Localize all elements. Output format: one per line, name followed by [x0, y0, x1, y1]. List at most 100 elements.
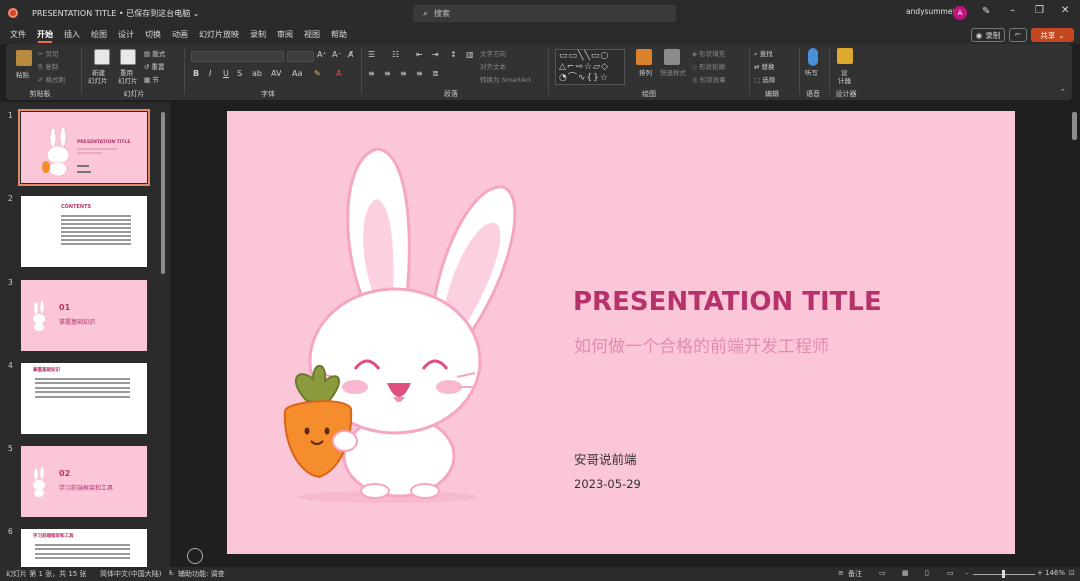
pen-icon[interactable]: ✎: [982, 6, 990, 17]
zoom-level[interactable]: 146%: [1045, 569, 1065, 577]
shapes-gallery[interactable]: ▭▭╲╲▭○ △⌐⇨☆▱◇ ◔⌒∿{}☆: [555, 49, 625, 85]
shape-outline-button[interactable]: ◇ 形状轮廓: [692, 61, 725, 71]
justify-icon[interactable]: ≡: [416, 69, 423, 78]
reset-button[interactable]: ↺ 重置: [144, 61, 165, 71]
section-button[interactable]: ▦ 节: [144, 74, 159, 84]
slide-thumbnail-2[interactable]: CONTENTS: [21, 196, 147, 267]
paste-button[interactable]: 粘贴: [16, 69, 29, 79]
slide-sorter-icon[interactable]: ▦: [902, 569, 909, 577]
fit-slide-icon[interactable]: ⊡: [1069, 569, 1075, 577]
char-spacing-icon[interactable]: AV: [271, 69, 281, 78]
dictate-button[interactable]: 听写: [805, 67, 818, 77]
decrease-indent-icon[interactable]: ⇤: [416, 50, 423, 59]
zoom-in-icon[interactable]: +: [1037, 569, 1043, 577]
bold-icon[interactable]: B: [193, 69, 199, 78]
quick-styles-icon[interactable]: [664, 49, 680, 65]
minimize-icon[interactable]: –: [1010, 5, 1015, 16]
arrange-icon[interactable]: [636, 49, 652, 65]
columns-icon[interactable]: ▥: [466, 50, 474, 59]
slide-thumbnail-4[interactable]: 掌握基础知识: [21, 363, 147, 434]
align-text-button[interactable]: 对齐文本: [480, 61, 506, 71]
select-button[interactable]: ⬚ 选择: [754, 74, 775, 84]
distribute-icon[interactable]: ≣: [432, 69, 439, 78]
cut-button[interactable]: ✂ 剪切: [38, 48, 59, 58]
strikethrough-icon[interactable]: S: [237, 69, 242, 78]
numbering-icon[interactable]: ☷: [392, 50, 399, 59]
tab-2[interactable]: 插入: [64, 26, 80, 44]
collapse-pane-handle-icon[interactable]: [187, 548, 203, 564]
document-title[interactable]: PRESENTATION TITLE • 已保存到这台电脑 ⌄: [32, 8, 199, 19]
change-case-icon[interactable]: Aa: [292, 69, 302, 78]
replace-button[interactable]: ⇄ 替换: [754, 61, 775, 71]
layout-button[interactable]: ▤ 版式: [144, 48, 165, 58]
normal-view-icon[interactable]: ▭: [879, 569, 886, 577]
thumbnail-scrollbar[interactable]: [161, 112, 165, 274]
reading-view-icon[interactable]: ▯: [925, 569, 929, 577]
accessibility-status[interactable]: 辅助功能: 调查: [178, 569, 225, 579]
font-family-select[interactable]: [191, 51, 284, 62]
underline-icon[interactable]: U: [223, 69, 229, 78]
tab-5[interactable]: 切换: [145, 26, 161, 44]
find-button[interactable]: ⌕ 查找: [754, 48, 773, 59]
language-indicator[interactable]: 简体中文(中国大陆): [100, 569, 161, 579]
avatar[interactable]: A: [953, 6, 967, 20]
current-slide[interactable]: PRESENTATION TITLE 如何做一个合格的前端开发工程师 安哥说前端…: [227, 111, 1015, 554]
tab-11[interactable]: 帮助: [331, 26, 347, 44]
paste-icon[interactable]: [16, 50, 32, 66]
slide-date[interactable]: 2023-05-29: [574, 477, 641, 491]
close-icon[interactable]: ✕: [1061, 5, 1069, 16]
zoom-slider-thumb[interactable]: [1002, 570, 1005, 578]
designer-label-2[interactable]: 计器: [838, 75, 851, 85]
decrease-font-icon[interactable]: A⁻: [332, 50, 342, 59]
microphone-icon[interactable]: [808, 48, 818, 66]
line-spacing-icon[interactable]: ↕: [450, 50, 457, 59]
tab-0[interactable]: 文件: [10, 26, 26, 44]
notes-button[interactable]: 备注: [848, 569, 862, 579]
reuse-slides-label-2[interactable]: 幻灯片: [118, 75, 138, 85]
tab-6[interactable]: 动画: [172, 26, 188, 44]
shape-effects-button[interactable]: ◎ 形状效果: [692, 74, 726, 84]
editor-scrollbar[interactable]: [1072, 112, 1077, 140]
italic-icon[interactable]: I: [209, 69, 211, 78]
arrange-button[interactable]: 排列: [639, 67, 652, 77]
slide-subtitle[interactable]: 如何做一个合格的前端开发工程师: [574, 336, 834, 358]
align-right-icon[interactable]: ≡: [400, 69, 407, 78]
smartart-button[interactable]: 转换为 SmartArt: [480, 74, 531, 84]
highlight-icon[interactable]: ✎: [314, 69, 321, 78]
new-slide-label-2[interactable]: 幻灯片: [88, 75, 108, 85]
slide-author[interactable]: 安哥说前端: [574, 449, 637, 468]
shape-fill-button[interactable]: ◈ 形状填充: [692, 48, 725, 58]
bullets-icon[interactable]: ☰: [368, 50, 375, 59]
designer-icon[interactable]: [837, 48, 853, 64]
slide-thumbnail-6[interactable]: 学习前端框架和工具: [21, 529, 147, 567]
slideshow-icon[interactable]: ▭: [947, 569, 954, 577]
search-input[interactable]: ⌕ 搜索: [413, 5, 676, 22]
tab-10[interactable]: 视图: [304, 26, 320, 44]
quick-styles-button[interactable]: 快速样式: [660, 67, 686, 77]
font-color-icon[interactable]: A: [336, 69, 341, 78]
tab-8[interactable]: 录制: [250, 26, 266, 44]
text-direction-button[interactable]: 文字方向: [480, 48, 506, 58]
align-center-icon[interactable]: ≡: [384, 69, 391, 78]
slide-thumbnail-3[interactable]: 01 掌握基础知识: [21, 280, 147, 351]
slide-thumbnail-1[interactable]: PRESENTATION TITLE: [18, 109, 150, 186]
tab-3[interactable]: 绘图: [91, 26, 107, 44]
slide-thumbnail-5[interactable]: 02 学习前端框架和工具: [21, 446, 147, 517]
shadow-icon[interactable]: ab: [252, 69, 262, 78]
user-name[interactable]: andysummer: [906, 7, 956, 16]
zoom-out-icon[interactable]: –: [965, 569, 969, 577]
align-left-icon[interactable]: ≡: [368, 69, 375, 78]
copy-button[interactable]: ⎘ 复制: [38, 61, 58, 72]
increase-font-icon[interactable]: A⁺: [317, 50, 327, 59]
tab-1[interactable]: 开始: [37, 26, 53, 44]
font-size-select[interactable]: [287, 51, 314, 62]
new-slide-icon[interactable]: [94, 49, 110, 65]
record-button[interactable]: ◉ 录制: [971, 28, 1005, 42]
slide-title[interactable]: PRESENTATION TITLE: [573, 287, 882, 317]
comments-button[interactable]: ⌐: [1009, 28, 1027, 42]
reuse-slides-icon[interactable]: [120, 49, 136, 65]
tab-9[interactable]: 审阅: [277, 26, 293, 44]
collapse-ribbon-icon[interactable]: ⌃: [1060, 88, 1066, 96]
share-button[interactable]: 共享 ⌄: [1031, 28, 1074, 42]
restore-icon[interactable]: ❐: [1035, 5, 1044, 16]
